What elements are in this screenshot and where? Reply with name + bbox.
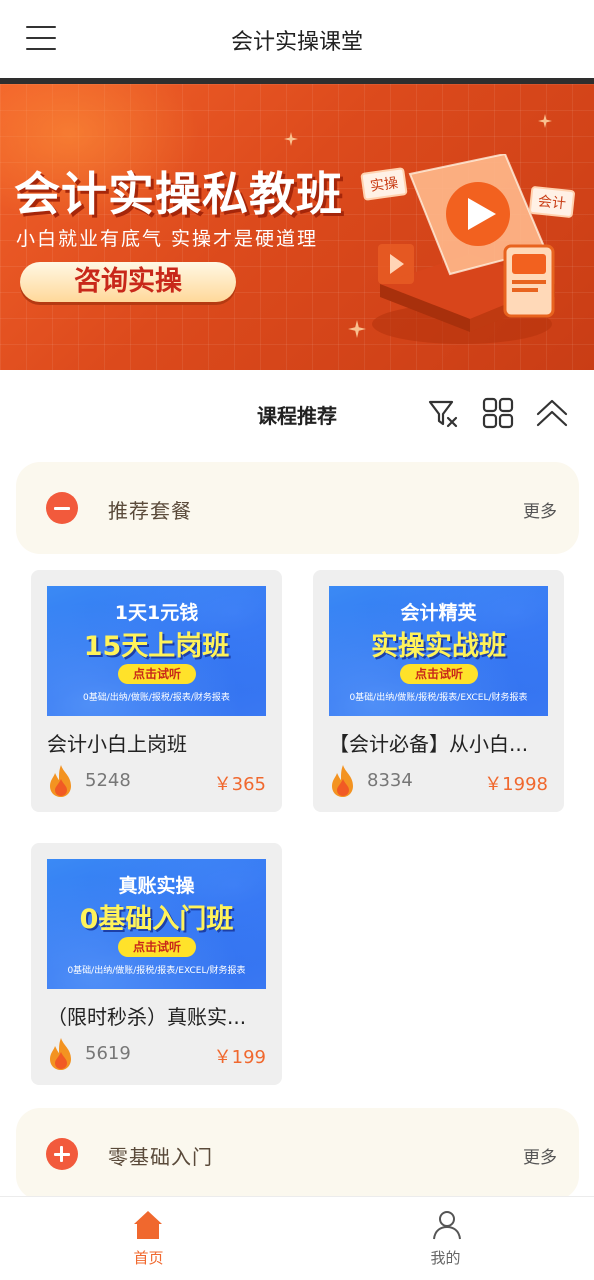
banner-title: 会计实操私教班	[14, 167, 343, 221]
fire-icon	[50, 1038, 71, 1070]
app-root: 会计实操课堂 会计实操私教班 小白就业有底气 实操才是硬道理 咨询实操 实操 会…	[0, 0, 594, 1280]
home-icon	[134, 1211, 162, 1239]
collapse-up-icon[interactable]	[534, 396, 570, 430]
promo-banner[interactable]: 会计实操私教班 小白就业有底气 实操才是硬道理 咨询实操 实操 会计	[0, 84, 594, 370]
thumb-footer: 0基础/出纳/做账/报税/报表/财务报表	[83, 693, 230, 703]
thumb-line2: 0基础入门班	[79, 904, 234, 935]
nav-item-profile[interactable]: 我的	[297, 1197, 594, 1280]
consult-button[interactable]: 咨询实操	[20, 262, 236, 302]
course-card[interactable]: 会计精英 实操实战班 点击试听 0基础/出纳/做账/报税/报表/EXCEL/财务…	[313, 570, 564, 812]
thumb-line1: 真账实操	[118, 875, 195, 897]
nav-label-home: 首页	[133, 1249, 164, 1267]
page-title: 会计实操课堂	[230, 30, 363, 55]
course-price: ￥199	[213, 1047, 266, 1068]
banner-tag-right: 会计	[528, 185, 576, 219]
banner-subtitle: 小白就业有底气 实操才是硬道理	[16, 228, 319, 250]
category-name: 零基础入门	[108, 1145, 213, 1169]
thumb-trial-badge: 点击试听	[400, 664, 478, 684]
thumb-line1: 1天1元钱	[114, 602, 199, 624]
fire-icon	[332, 765, 353, 797]
course-card[interactable]: 1天1元钱 15天上岗班 点击试听 0基础/出纳/做账/报税/报表/财务报表 会…	[31, 570, 282, 812]
collapse-minus-icon[interactable]	[46, 492, 78, 524]
grid-view-icon[interactable]	[481, 396, 515, 430]
thumb-trial-badge: 点击试听	[118, 664, 196, 684]
course-name: （限时秒杀）真账实...	[47, 1005, 247, 1029]
thumb-footer: 0基础/出纳/做账/报税/报表/EXCEL/财务报表	[349, 693, 528, 703]
course-price: ￥365	[213, 774, 266, 795]
thumb-line2: 实操实战班	[371, 631, 506, 662]
top-header: 会计实操课堂	[0, 0, 594, 78]
course-thumbnail: 1天1元钱 15天上岗班 点击试听 0基础/出纳/做账/报税/报表/财务报表	[47, 586, 266, 716]
course-price: ￥1998	[484, 774, 548, 795]
section-header: 课程推荐	[0, 370, 594, 456]
fire-icon	[50, 765, 71, 797]
view-count: 5619	[85, 1043, 131, 1064]
view-count: 5248	[85, 770, 131, 791]
category-name: 推荐套餐	[108, 499, 192, 523]
more-link[interactable]: 更多	[523, 497, 557, 522]
expand-plus-icon[interactable]	[46, 1138, 78, 1170]
category-beginner[interactable]: 零基础入门 更多	[16, 1108, 579, 1200]
category-recommended[interactable]: 推荐套餐 更多	[16, 462, 579, 554]
course-name: 会计小白上岗班	[47, 732, 187, 756]
user-icon	[433, 1211, 461, 1240]
thumb-footer: 0基础/出纳/做账/报税/报表/EXCEL/财务报表	[67, 966, 246, 976]
nav-label-profile: 我的	[430, 1249, 461, 1267]
more-link[interactable]: 更多	[523, 1143, 557, 1168]
course-thumbnail: 会计精英 实操实战班 点击试听 0基础/出纳/做账/报税/报表/EXCEL/财务…	[329, 586, 548, 716]
course-name: 【会计必备】从小白...	[329, 732, 529, 756]
bottom-navigation: 首页 我的	[0, 1196, 594, 1280]
course-card[interactable]: 真账实操 0基础入门班 点击试听 0基础/出纳/做账/报税/报表/EXCEL/财…	[31, 843, 282, 1085]
nav-item-home[interactable]: 首页	[0, 1197, 297, 1280]
course-thumbnail: 真账实操 0基础入门班 点击试听 0基础/出纳/做账/报税/报表/EXCEL/财…	[47, 859, 266, 989]
filter-clear-icon[interactable]	[426, 396, 460, 430]
thumb-line1: 会计精英	[400, 602, 477, 624]
view-count: 8334	[367, 770, 413, 791]
thumb-line2: 15天上岗班	[83, 631, 230, 662]
thumb-trial-badge: 点击试听	[118, 937, 196, 957]
